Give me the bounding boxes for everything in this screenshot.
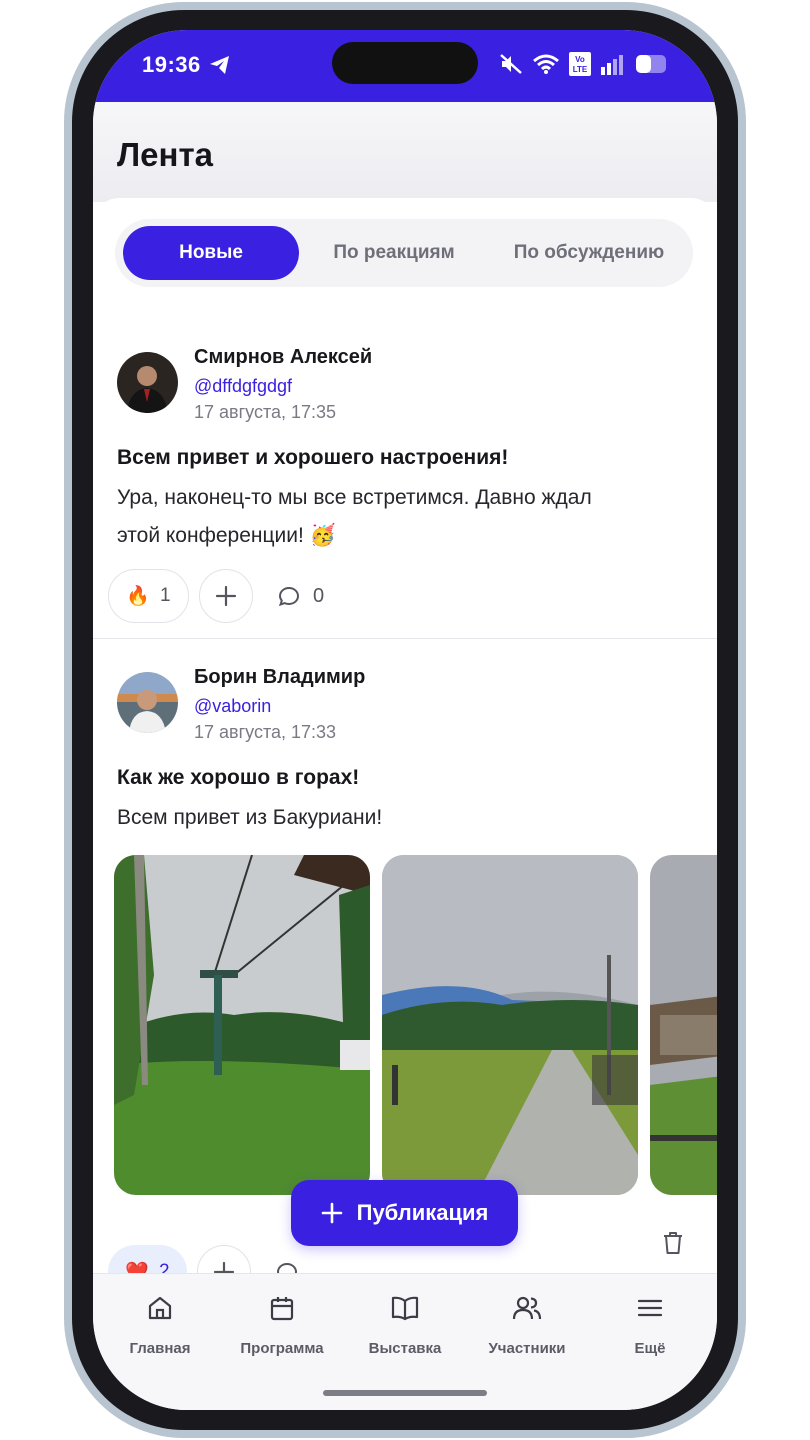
tab-new[interactable]: Новые	[123, 226, 299, 280]
author-name[interactable]: Смирнов Алексей	[194, 346, 372, 369]
signal-icon	[601, 55, 623, 75]
post-date: 17 августа, 17:33	[194, 722, 337, 742]
home-icon	[148, 1296, 172, 1320]
users-icon	[512, 1296, 542, 1320]
author-name[interactable]: Борин Владимир	[194, 666, 365, 689]
post-title: Как же хорошо в горах!	[117, 766, 360, 789]
tab-by-discussion[interactable]: По обсуждению	[491, 226, 687, 280]
post-photo[interactable]	[114, 855, 370, 1195]
svg-text:LTE: LTE	[573, 65, 588, 74]
reaction-count: 1	[160, 585, 171, 606]
post-date: 17 августа, 17:35	[194, 402, 337, 422]
new-publication-label: Публикация	[356, 1200, 489, 1225]
plus-icon	[215, 585, 237, 607]
reaction-button[interactable]: 🔥 1	[108, 569, 189, 623]
status-icons: Vo LTE	[499, 52, 669, 76]
trash-icon[interactable]	[661, 1230, 685, 1256]
nav-home[interactable]: Главная	[105, 1294, 215, 1357]
post-body: Всем привет из Бакуриани!	[117, 806, 383, 829]
calendar-icon	[270, 1297, 294, 1321]
telegram-icon	[210, 56, 229, 74]
nav-home-label: Главная	[129, 1340, 191, 1357]
feed: Новые По реакциям По обсуждению Смирнов …	[93, 198, 717, 1299]
book-icon	[391, 1296, 419, 1321]
fire-icon: 🔥	[126, 586, 151, 607]
feed-tabs: Новые По реакциям По обсуждению	[115, 219, 693, 287]
add-reaction-button[interactable]	[199, 569, 253, 623]
svg-text:Vo: Vo	[575, 55, 585, 64]
page-title: Лента	[117, 136, 213, 173]
nav-program[interactable]: Программа	[227, 1294, 337, 1357]
avatar[interactable]	[117, 672, 178, 733]
home-indicator[interactable]	[323, 1390, 487, 1396]
nav-participants-label: Участники	[488, 1340, 566, 1357]
volte-icon: Vo LTE	[569, 52, 591, 76]
nav-more-label: Ещё	[634, 1340, 666, 1357]
status-time: 19:36	[142, 52, 201, 77]
post-title: Всем привет и хорошего настроения!	[117, 446, 509, 469]
wifi-icon	[533, 54, 559, 74]
dynamic-island	[332, 42, 478, 84]
page-header: Лента	[93, 102, 717, 202]
post-divider	[93, 638, 717, 639]
photo-carousel[interactable]	[93, 855, 717, 1195]
post-photo[interactable]	[382, 855, 638, 1195]
nav-participants[interactable]: Участники	[472, 1294, 582, 1357]
new-publication-button[interactable]: Публикация	[291, 1180, 518, 1246]
tab-by-reactions[interactable]: По реакциям	[305, 226, 483, 280]
mute-icon	[500, 54, 522, 74]
battery-icon	[636, 55, 666, 73]
post-photo[interactable]	[650, 855, 717, 1195]
post-body-line: этой конференции! 🥳	[117, 524, 336, 547]
post-body-line: Ура, наконец-то мы все встретимся. Давно…	[117, 486, 592, 509]
nav-program-label: Программа	[240, 1340, 324, 1357]
menu-icon	[637, 1299, 663, 1317]
status-bar: 19:36 Vo LTE	[93, 30, 717, 102]
app-screen: 19:36 Vo LTE Лента Новые По реакциям По …	[93, 30, 717, 1410]
post-body: Ура, наконец-то мы все встретимся. Давно…	[117, 479, 687, 555]
comment-icon	[278, 586, 300, 607]
avatar[interactable]	[117, 352, 178, 413]
comments-button[interactable]: 0	[277, 584, 324, 608]
author-handle[interactable]: @vaborin	[194, 696, 271, 717]
plus-icon	[321, 1202, 342, 1224]
nav-exhibition-label: Выставка	[368, 1340, 442, 1357]
nav-exhibition[interactable]: Выставка	[350, 1294, 460, 1357]
author-handle[interactable]: @dffdgfgdgf	[194, 376, 292, 397]
comments-count: 0	[313, 584, 325, 607]
nav-more[interactable]: Ещё	[595, 1294, 705, 1357]
